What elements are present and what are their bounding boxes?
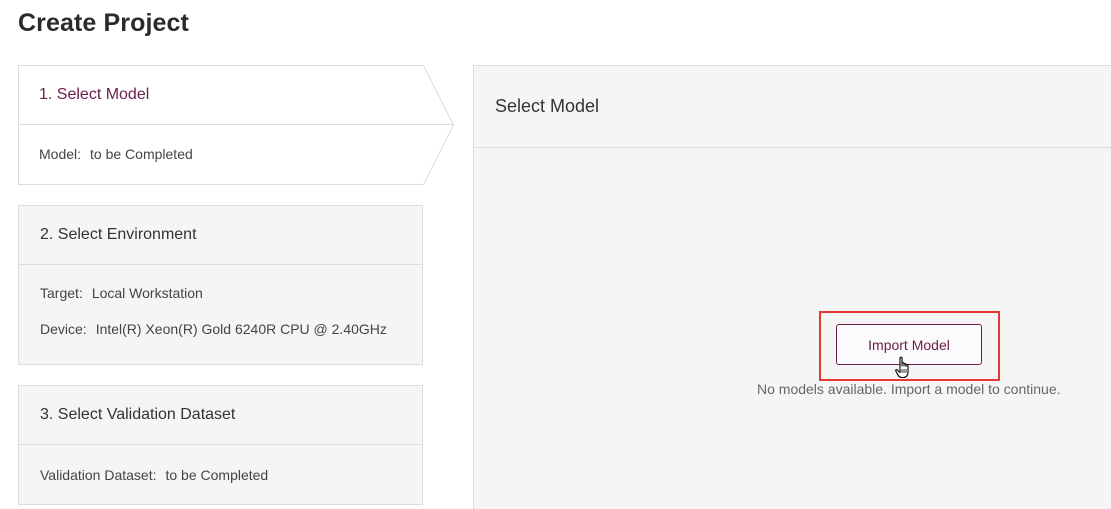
field-row: Target: Local Workstation bbox=[40, 284, 422, 302]
field-value: to be Completed bbox=[165, 466, 269, 483]
field-key: Target: bbox=[40, 285, 83, 301]
field-row: Validation Dataset: to be Completed bbox=[40, 467, 268, 483]
field-key: Device: bbox=[40, 321, 87, 337]
step-title: 3. Select Validation Dataset bbox=[19, 386, 422, 445]
field-value: to be Completed bbox=[90, 146, 193, 162]
panel-title: Select Model bbox=[474, 66, 1111, 148]
step-select-environment[interactable]: 2. Select Environment Target: Local Work… bbox=[18, 205, 423, 365]
step-select-validation-dataset[interactable]: 3. Select Validation Dataset Validation … bbox=[18, 385, 423, 505]
field-value: Local Workstation bbox=[91, 285, 203, 301]
step-body: Model: to be Completed bbox=[18, 125, 423, 183]
field-value: Intel(R) Xeon(R) Gold 6240R CPU @ 2.40GH… bbox=[95, 321, 387, 337]
hand-pointer-icon bbox=[895, 356, 909, 379]
field-key: Validation Dataset: bbox=[40, 466, 157, 483]
page-title: Create Project bbox=[18, 9, 189, 37]
step-title: 1. Select Model bbox=[39, 85, 150, 103]
field-row: Model: to be Completed bbox=[39, 146, 193, 162]
step-select-model[interactable]: 1. Select Model Model: to be Completed bbox=[18, 65, 455, 185]
field-row: Device: Intel(R) Xeon(R) Gold 6240R CPU … bbox=[40, 320, 422, 338]
step-title: 2. Select Environment bbox=[19, 206, 422, 265]
step-body: Validation Dataset: to be Completed bbox=[19, 445, 422, 504]
empty-state-message: No models available. Import a model to c… bbox=[757, 381, 1061, 397]
field-key: Model: bbox=[39, 146, 82, 162]
step-body: Target: Local Workstation Device: Intel(… bbox=[19, 265, 422, 364]
select-model-panel: Select Model bbox=[473, 65, 1111, 509]
